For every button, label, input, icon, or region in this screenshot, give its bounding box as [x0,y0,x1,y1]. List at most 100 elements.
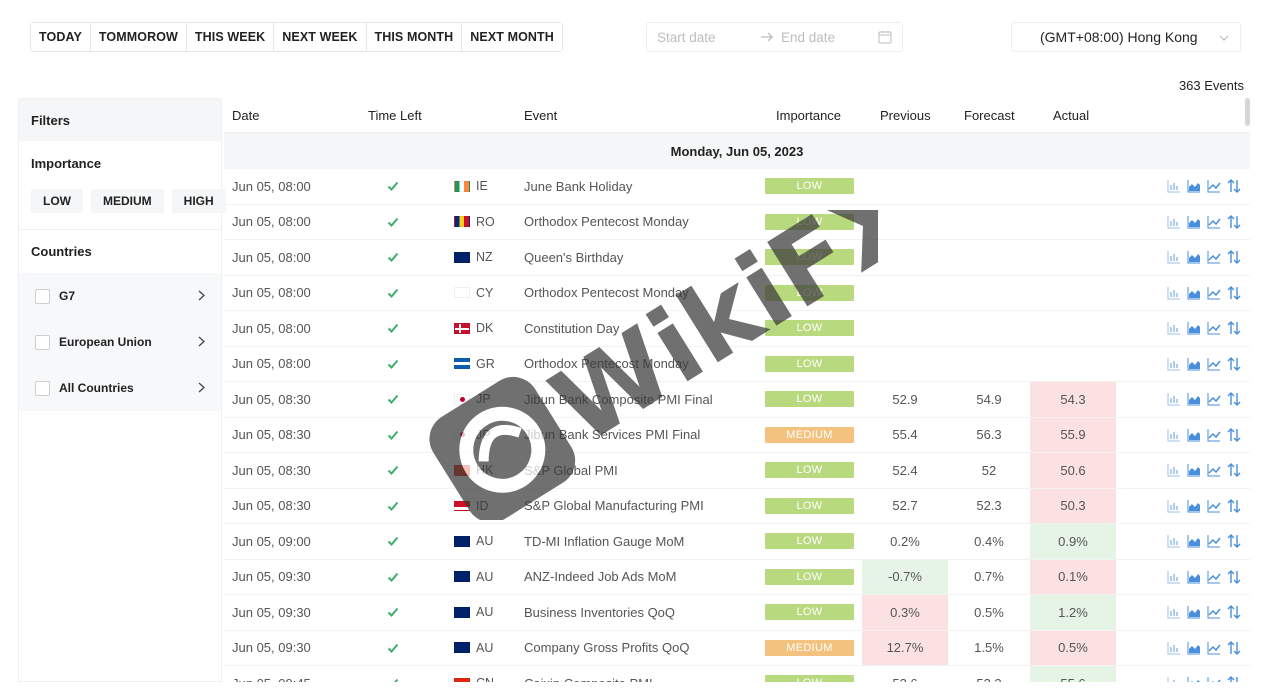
bar-chart-icon[interactable] [1166,320,1182,336]
table-row[interactable]: Jun 05, 09:30 AU ANZ-Indeed Job Ads MoM LOW… [224,559,1250,595]
table-row[interactable]: Jun 05, 08:00 GR Orthodox Pentecost Monday… [224,347,1250,382]
country-group-row[interactable]: G7 [19,273,221,319]
bar-chart-icon[interactable] [1166,249,1182,265]
line-chart-icon[interactable] [1206,356,1222,372]
area-chart-icon[interactable] [1186,498,1202,514]
area-chart-icon[interactable] [1186,675,1202,682]
area-chart-icon[interactable] [1186,427,1202,443]
event-name[interactable]: TD-MI Inflation Gauge MoM [524,524,684,559]
area-chart-icon[interactable] [1186,285,1202,301]
importance-option-medium[interactable]: MEDIUM [91,189,164,213]
sort-arrows-icon[interactable] [1226,533,1242,549]
event-name[interactable]: S&P Global PMI [524,453,618,488]
bar-chart-icon[interactable] [1166,178,1182,194]
line-chart-icon[interactable] [1206,498,1222,514]
line-chart-icon[interactable] [1206,391,1222,407]
event-name[interactable]: Orthodox Pentecost Monday [524,276,689,311]
bar-chart-icon[interactable] [1166,569,1182,585]
table-row[interactable]: Jun 05, 08:00 IE June Bank Holiday LOW [224,169,1250,205]
line-chart-icon[interactable] [1206,320,1222,336]
table-row[interactable]: Jun 05, 08:30 JP Jibun Bank Composite PMI … [224,382,1250,418]
event-name[interactable]: Caixin Composite PMI [524,666,653,682]
sort-arrows-icon[interactable] [1226,285,1242,301]
area-chart-icon[interactable] [1186,214,1202,230]
checkbox[interactable] [35,334,50,350]
bar-chart-icon[interactable] [1166,640,1182,656]
start-date-input[interactable]: Start date [657,30,716,45]
table-row[interactable]: Jun 05, 08:00 NZ Queen's Birthday LOW [224,240,1250,276]
area-chart-icon[interactable] [1186,320,1202,336]
sort-arrows-icon[interactable] [1226,249,1242,265]
bar-chart-icon[interactable] [1166,391,1182,407]
line-chart-icon[interactable] [1206,214,1222,230]
event-name[interactable]: ANZ-Indeed Job Ads MoM [524,560,676,595]
table-row[interactable]: Jun 05, 08:00 DK Constitution Day LOW [224,311,1250,347]
country-group-row[interactable]: All Countries [19,365,221,411]
bar-chart-icon[interactable] [1166,214,1182,230]
sort-arrows-icon[interactable] [1226,356,1242,372]
area-chart-icon[interactable] [1186,391,1202,407]
area-chart-icon[interactable] [1186,533,1202,549]
bar-chart-icon[interactable] [1166,675,1182,682]
bar-chart-icon[interactable] [1166,498,1182,514]
range-button-5[interactable]: NEXT MONTH [462,23,562,51]
table-row[interactable]: Jun 05, 08:30 JP Jibun Bank Services PMI F… [224,417,1250,453]
range-button-4[interactable]: THIS MONTH [366,23,463,51]
bar-chart-icon[interactable] [1166,427,1182,443]
table-row[interactable]: Jun 05, 08:30 HK S&P Global PMI LOW 52.4 52 50… [224,453,1250,489]
event-name[interactable]: Constitution Day [524,311,619,346]
sort-arrows-icon[interactable] [1226,462,1242,478]
calendar-icon[interactable] [878,30,892,44]
sort-arrows-icon[interactable] [1226,427,1242,443]
line-chart-icon[interactable] [1206,675,1222,682]
bar-chart-icon[interactable] [1166,533,1182,549]
area-chart-icon[interactable] [1186,356,1202,372]
table-scrollbar[interactable] [1245,98,1250,126]
event-name[interactable]: Business Inventories QoQ [524,595,675,630]
bar-chart-icon[interactable] [1166,285,1182,301]
event-name[interactable]: Orthodox Pentecost Monday [524,205,689,240]
event-name[interactable]: Jibun Bank Services PMI Final [524,418,700,453]
event-name[interactable]: S&P Global Manufacturing PMI [524,489,704,524]
sort-arrows-icon[interactable] [1226,214,1242,230]
sort-arrows-icon[interactable] [1226,604,1242,620]
table-row[interactable]: Jun 05, 08:30 ID S&P Global Manufacturing … [224,488,1250,524]
line-chart-icon[interactable] [1206,427,1222,443]
sort-arrows-icon[interactable] [1226,178,1242,194]
area-chart-icon[interactable] [1186,569,1202,585]
bar-chart-icon[interactable] [1166,356,1182,372]
area-chart-icon[interactable] [1186,640,1202,656]
event-name[interactable]: Jibun Bank Composite PMI Final [524,382,713,417]
sort-arrows-icon[interactable] [1226,320,1242,336]
event-name[interactable]: June Bank Holiday [524,169,632,204]
line-chart-icon[interactable] [1206,462,1222,478]
timezone-select[interactable]: (GMT+08:00) Hong Kong [1011,22,1241,52]
line-chart-icon[interactable] [1206,640,1222,656]
area-chart-icon[interactable] [1186,249,1202,265]
line-chart-icon[interactable] [1206,249,1222,265]
area-chart-icon[interactable] [1186,604,1202,620]
table-row[interactable]: Jun 05, 09:45 CN Caixin Composite PMI LOW 53… [224,666,1250,682]
line-chart-icon[interactable] [1206,604,1222,620]
table-row[interactable]: Jun 05, 09:00 AU TD-MI Inflation Gauge MoM… [224,524,1250,560]
sort-arrows-icon[interactable] [1226,391,1242,407]
sort-arrows-icon[interactable] [1226,569,1242,585]
range-button-3[interactable]: NEXT WEEK [274,23,367,51]
event-name[interactable]: Queen's Birthday [524,240,623,275]
sort-arrows-icon[interactable] [1226,675,1242,682]
date-range-picker[interactable]: Start date End date [646,22,903,52]
table-row[interactable]: Jun 05, 08:00 RO Orthodox Pentecost Monday… [224,205,1250,240]
sort-arrows-icon[interactable] [1226,498,1242,514]
line-chart-icon[interactable] [1206,285,1222,301]
checkbox[interactable] [35,288,50,304]
bar-chart-icon[interactable] [1166,604,1182,620]
importance-option-low[interactable]: LOW [31,189,83,213]
area-chart-icon[interactable] [1186,462,1202,478]
end-date-input[interactable]: End date [781,30,835,45]
range-button-1[interactable]: TOMMOROW [90,23,187,51]
table-row[interactable]: Jun 05, 09:30 AU Company Gross Profits QoQ… [224,630,1250,666]
bar-chart-icon[interactable] [1166,462,1182,478]
line-chart-icon[interactable] [1206,178,1222,194]
sort-arrows-icon[interactable] [1226,640,1242,656]
event-name[interactable]: Company Gross Profits QoQ [524,631,689,666]
